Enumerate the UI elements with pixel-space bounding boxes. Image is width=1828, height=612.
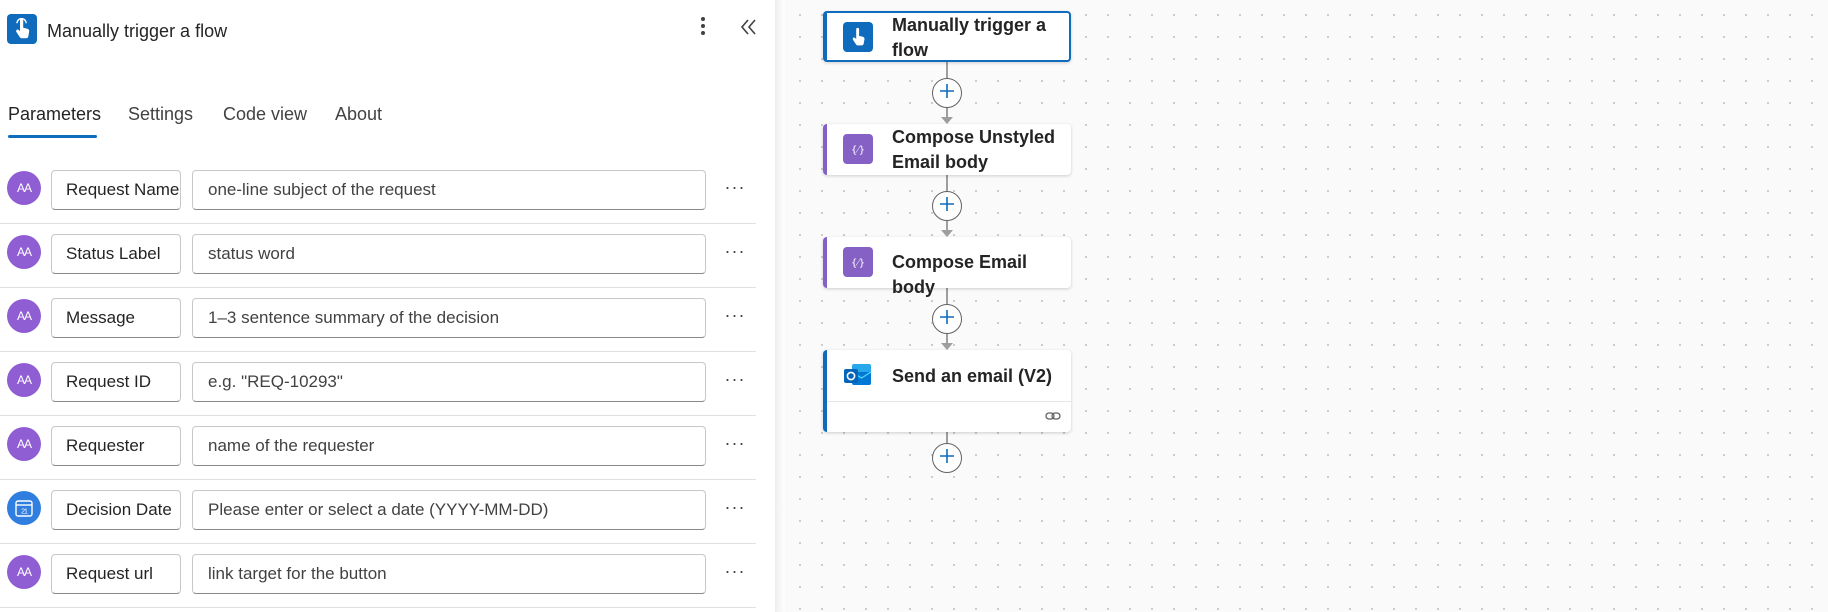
flow-node-compose-email[interactable]: {⁄} Compose Email body — [823, 237, 1071, 297]
text-input-icon: AA — [7, 171, 41, 205]
parameter-row: AA Status Label status word ··· — [0, 224, 756, 288]
parameter-more-button[interactable]: ··· — [722, 240, 748, 266]
link-icon — [1045, 409, 1061, 423]
parameter-description-field[interactable]: Please enter or select a date (YYYY-MM-D… — [192, 490, 706, 530]
compose-icon: {⁄} — [843, 134, 873, 164]
parameter-name-field[interactable]: Requester — [51, 426, 181, 466]
parameter-more-button[interactable]: ··· — [722, 368, 748, 394]
parameter-row: AA Request Name one-line subject of the … — [0, 160, 756, 224]
parameter-more-button[interactable]: ··· — [722, 304, 748, 330]
tab-settings[interactable]: Settings — [128, 104, 193, 135]
node-divider — [827, 401, 1071, 402]
add-step-button[interactable] — [932, 191, 962, 221]
compose-icon: {⁄} — [843, 247, 873, 277]
tab-code-view[interactable]: Code view — [223, 104, 307, 135]
parameter-more-button[interactable]: ··· — [722, 176, 748, 202]
text-input-icon: AA — [7, 235, 41, 269]
plus-icon — [939, 83, 955, 104]
text-input-icon: AA — [7, 555, 41, 589]
parameter-more-button[interactable]: ··· — [722, 432, 748, 458]
parameter-row: AA Requester name of the requester ··· — [0, 416, 756, 480]
plus-icon — [939, 448, 955, 469]
plus-icon — [939, 309, 955, 330]
parameter-name-field[interactable]: Request url — [51, 554, 181, 594]
node-title: Send an email (V2) — [892, 366, 1053, 386]
text-input-icon: AA — [7, 299, 41, 333]
flow-node-trigger[interactable]: Manually trigger a flow — [823, 11, 1071, 62]
parameters-panel: Manually trigger a flow Parameters Setti… — [0, 0, 775, 612]
panel-title: Manually trigger a flow — [47, 21, 228, 41]
outlook-icon — [843, 360, 873, 390]
parameter-description-field[interactable]: name of the requester — [192, 426, 706, 466]
touch-icon — [7, 14, 37, 44]
parameter-row: 21 Decision Date Please enter or select … — [0, 480, 756, 544]
more-options-button[interactable] — [692, 14, 714, 44]
connector-arrow — [941, 230, 953, 237]
node-title: Compose Unstyled Email body — [892, 127, 1056, 172]
flow-node-compose-unstyled[interactable]: {⁄} Compose Unstyled Email body — [823, 124, 1071, 175]
calendar-icon: 21 — [7, 491, 41, 525]
text-input-icon: AA — [7, 363, 41, 397]
tab-about[interactable]: About — [335, 104, 382, 135]
parameter-more-button[interactable]: ··· — [722, 496, 748, 522]
vertical-ellipsis-icon — [700, 16, 706, 42]
parameter-description-field[interactable]: e.g. "REQ-10293" — [192, 362, 706, 402]
connector-arrow — [941, 117, 953, 124]
parameter-description-field[interactable]: one-line subject of the request — [192, 170, 706, 210]
tab-parameters[interactable]: Parameters — [8, 104, 101, 135]
panel-divider — [775, 0, 785, 612]
parameter-row: AA Request url link target for the butto… — [0, 544, 756, 608]
parameter-description-field[interactable]: 1–3 sentence summary of the decision — [192, 298, 706, 338]
tab-list: Parameters Settings Code view About — [0, 98, 775, 142]
parameter-row: AA Message 1–3 sentence summary of the d… — [0, 288, 756, 352]
parameter-row: AA Request ID e.g. "REQ-10293" ··· — [0, 352, 756, 416]
parameter-description-field[interactable]: status word — [192, 234, 706, 274]
parameter-name-field[interactable]: Message — [51, 298, 181, 338]
parameter-name-field[interactable]: Request Name — [51, 170, 181, 210]
svg-text:{⁄}: {⁄} — [851, 145, 865, 156]
parameter-more-button[interactable]: ··· — [722, 560, 748, 586]
svg-text:{⁄}: {⁄} — [851, 258, 865, 269]
collapse-panel-button[interactable] — [738, 14, 760, 44]
node-title: Compose Email body — [892, 252, 1028, 297]
touch-icon — [843, 22, 873, 52]
parameter-name-field[interactable]: Decision Date — [51, 490, 181, 530]
add-step-button[interactable] — [932, 78, 962, 108]
active-tab-indicator — [8, 135, 97, 138]
panel-header: Manually trigger a flow — [0, 0, 775, 64]
add-step-button[interactable] — [932, 443, 962, 473]
svg-text:21: 21 — [21, 509, 28, 516]
connector-arrow — [941, 343, 953, 350]
text-input-icon: AA — [7, 427, 41, 461]
plus-icon — [939, 196, 955, 217]
flow-node-send-email[interactable]: Send an email (V2) — [823, 350, 1071, 432]
add-step-button[interactable] — [932, 304, 962, 334]
parameter-name-field[interactable]: Status Label — [51, 234, 181, 274]
node-title: Manually trigger a flow — [892, 15, 1047, 60]
parameter-name-field[interactable]: Request ID — [51, 362, 181, 402]
parameter-description-field[interactable]: link target for the button — [192, 554, 706, 594]
double-chevron-left-icon — [740, 16, 758, 42]
